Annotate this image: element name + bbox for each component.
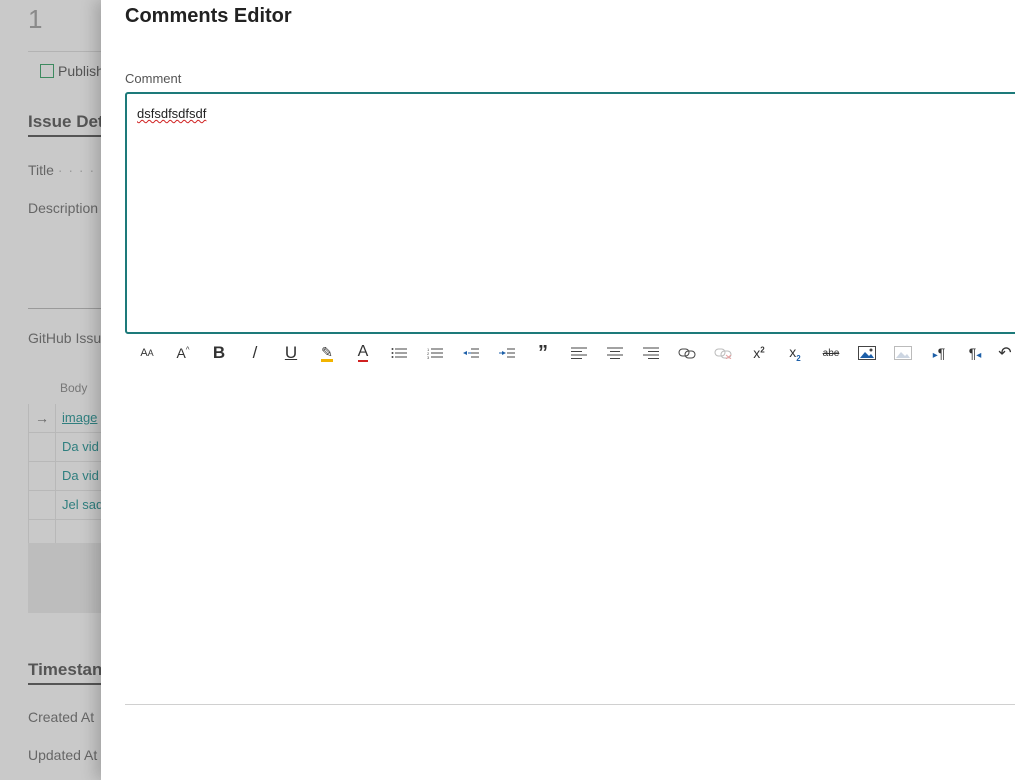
underline-button[interactable]: U [273, 340, 309, 366]
issue-details-heading: Issue Det [28, 112, 104, 131]
align-left-icon [571, 347, 587, 359]
comments-editor-panel: Comments Editor Comment dsfsdfsdfsdf AA … [101, 0, 1015, 780]
table-row[interactable]: Da vid [28, 433, 108, 462]
undo-button[interactable]: ↶ [993, 340, 1015, 366]
align-right-icon [643, 347, 659, 359]
grid-empty-area [28, 543, 108, 613]
table-row[interactable]: Da vid [28, 462, 108, 491]
timestamps-underline [28, 683, 108, 685]
align-right-button[interactable] [633, 340, 669, 366]
font-grow-icon: A^ [176, 345, 190, 361]
timestamps-heading: Timestan [28, 660, 103, 679]
edit-image-button[interactable] [885, 340, 921, 366]
numbered-list-button[interactable]: 123 [417, 340, 453, 366]
unlink-button[interactable] [705, 340, 741, 366]
bold-icon: B [212, 343, 226, 362]
table-row[interactable]: Jel sad [28, 491, 108, 520]
edit-image-icon [894, 346, 912, 360]
formatting-toolbar: AA A^ B / U ✎ A 123 ” x2 x2 abe ▸¶ ¶◂ ↶ [129, 340, 1015, 366]
link-button[interactable] [669, 340, 705, 366]
rtl-icon: ¶◂ [968, 345, 982, 361]
comment-editor[interactable]: dsfsdfsdfsdf [125, 92, 1015, 334]
subscript-button[interactable]: x2 [777, 340, 813, 366]
created-at-label: Created At [28, 709, 95, 725]
font-color-icon: A [357, 343, 369, 362]
link-icon [678, 348, 696, 359]
underline-icon: U [284, 343, 298, 362]
section-divider [28, 308, 108, 309]
indent-button[interactable] [489, 340, 525, 366]
quote-button[interactable]: ” [525, 340, 561, 366]
description-field-label: Description [28, 200, 99, 216]
issue-details-underline [28, 135, 108, 137]
header-divider [28, 51, 108, 52]
github-issue-label: GitHub Issue [28, 330, 109, 346]
strikethrough-icon: abe [822, 347, 840, 359]
unlink-icon [714, 348, 732, 359]
updated-at-label: Updated At [28, 747, 98, 763]
outdent-icon [463, 348, 479, 358]
publish-label: Publish [58, 63, 104, 79]
svg-text:3: 3 [427, 355, 430, 359]
grid-header-body: Body [60, 381, 88, 395]
strikethrough-button[interactable]: abe [813, 340, 849, 366]
font-size-button[interactable]: AA [129, 340, 165, 366]
publish-button[interactable]: Publish [40, 63, 104, 79]
font-grow-button[interactable]: A^ [165, 340, 201, 366]
comment-field-label: Comment [125, 71, 182, 86]
bullet-list-button[interactable] [381, 340, 417, 366]
subscript-icon: x2 [789, 343, 801, 363]
indent-icon [499, 348, 515, 358]
italic-button[interactable]: / [237, 340, 273, 366]
align-center-icon [607, 347, 623, 359]
ltr-icon: ▸¶ [932, 345, 946, 361]
font-size-icon: AA [140, 347, 154, 359]
numbered-list-icon: 123 [427, 347, 443, 359]
quote-icon: ” [538, 342, 548, 364]
align-center-button[interactable] [597, 340, 633, 366]
superscript-icon: x2 [753, 345, 765, 361]
record-number: 1 [28, 4, 43, 34]
align-left-button[interactable] [561, 340, 597, 366]
comment-editor-text[interactable]: dsfsdfsdfsdf [137, 106, 206, 121]
insert-image-button[interactable] [849, 340, 885, 366]
table-row[interactable]: → image [28, 404, 108, 433]
highlight-button[interactable]: ✎ [309, 340, 345, 366]
panel-title: Comments Editor [125, 5, 292, 27]
ltr-button[interactable]: ▸¶ [921, 340, 957, 366]
panel-footer-divider [125, 704, 1015, 705]
italic-icon: / [252, 343, 258, 362]
superscript-button[interactable]: x2 [741, 340, 777, 366]
rtl-button[interactable]: ¶◂ [957, 340, 993, 366]
comments-grid: Body → image Da vid Da vid Jel sad [28, 376, 108, 549]
publish-icon [40, 64, 54, 78]
font-color-button[interactable]: A [345, 340, 381, 366]
bullet-list-icon [391, 348, 407, 358]
highlight-icon: ✎ [321, 343, 333, 362]
insert-image-icon [858, 346, 876, 360]
undo-icon: ↶ [998, 345, 1012, 362]
outdent-button[interactable] [453, 340, 489, 366]
row-arrow-icon: → [29, 404, 56, 432]
bold-button[interactable]: B [201, 340, 237, 366]
